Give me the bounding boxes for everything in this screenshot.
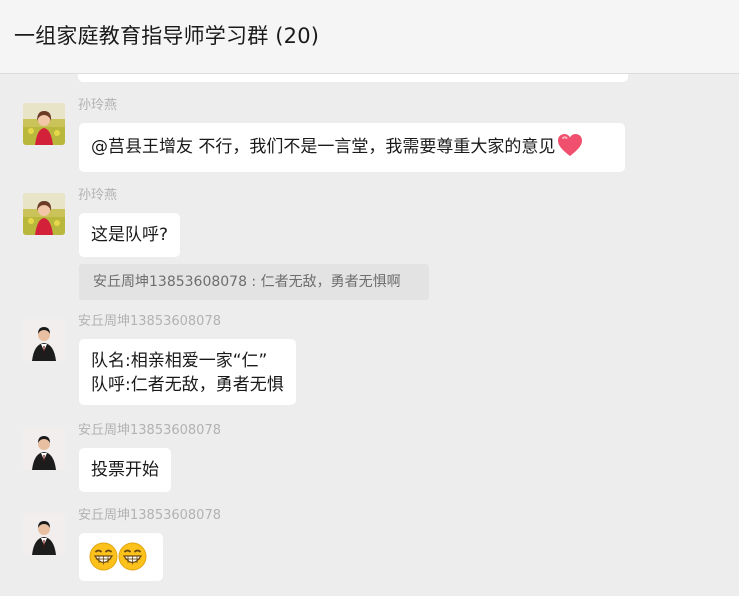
message-text-line: 队呼:仁者无敌，勇者无惧: [91, 375, 284, 395]
message-bubble[interactable]: [79, 533, 163, 581]
message-list[interactable]: 孙玲燕 @莒县王增友 不行，我们不是一言堂，我需要尊重大家的意见 孙玲燕 这是队…: [0, 74, 739, 596]
message-bubble[interactable]: @莒县王增友 不行，我们不是一言堂，我需要尊重大家的意见: [79, 123, 625, 172]
sender-name: 安丘周坤13853608078: [78, 423, 221, 438]
man-in-suit-avatar[interactable]: [23, 513, 65, 555]
man-in-suit-avatar[interactable]: [23, 319, 65, 361]
message-bubble[interactable]: 投票开始: [79, 448, 171, 492]
previous-message-bubble[interactable]: [78, 74, 628, 82]
woman-in-red-avatar[interactable]: [23, 193, 65, 235]
red-heart-emoji: [557, 133, 583, 164]
man-in-suit-avatar[interactable]: [23, 428, 65, 470]
message-bubble[interactable]: 队名:相亲相爱一家“仁” 队呼:仁者无敌，勇者无惧: [79, 339, 296, 405]
chat-header: 一组家庭教育指导师学习群 (20): [0, 0, 739, 74]
quoted-text: 安丘周坤13853608078 : 仁者无敌，勇者无惧啊: [93, 274, 401, 290]
quoted-message[interactable]: 安丘周坤13853608078 : 仁者无敌，勇者无惧啊: [79, 264, 429, 300]
chat-title: 一组家庭教育指导师学习群 (20): [14, 24, 320, 48]
grinning-face-emoji: [118, 542, 147, 578]
message-text: 投票开始: [91, 460, 159, 480]
message-text-line: 队名:相亲相爱一家“仁”: [91, 351, 268, 371]
woman-in-red-avatar[interactable]: [23, 103, 65, 145]
message-bubble[interactable]: 这是队呼?: [79, 213, 181, 257]
sender-name: 安丘周坤13853608078: [78, 508, 221, 523]
grinning-face-emoji: [89, 542, 118, 578]
message-text: 这是队呼?: [91, 225, 169, 245]
sender-name: 安丘周坤13853608078: [78, 314, 221, 329]
sender-name: 孙玲燕: [78, 188, 118, 203]
sender-name: 孙玲燕: [78, 98, 118, 113]
message-text: @莒县王增友 不行，我们不是一言堂，我需要尊重大家的意见: [91, 137, 556, 157]
